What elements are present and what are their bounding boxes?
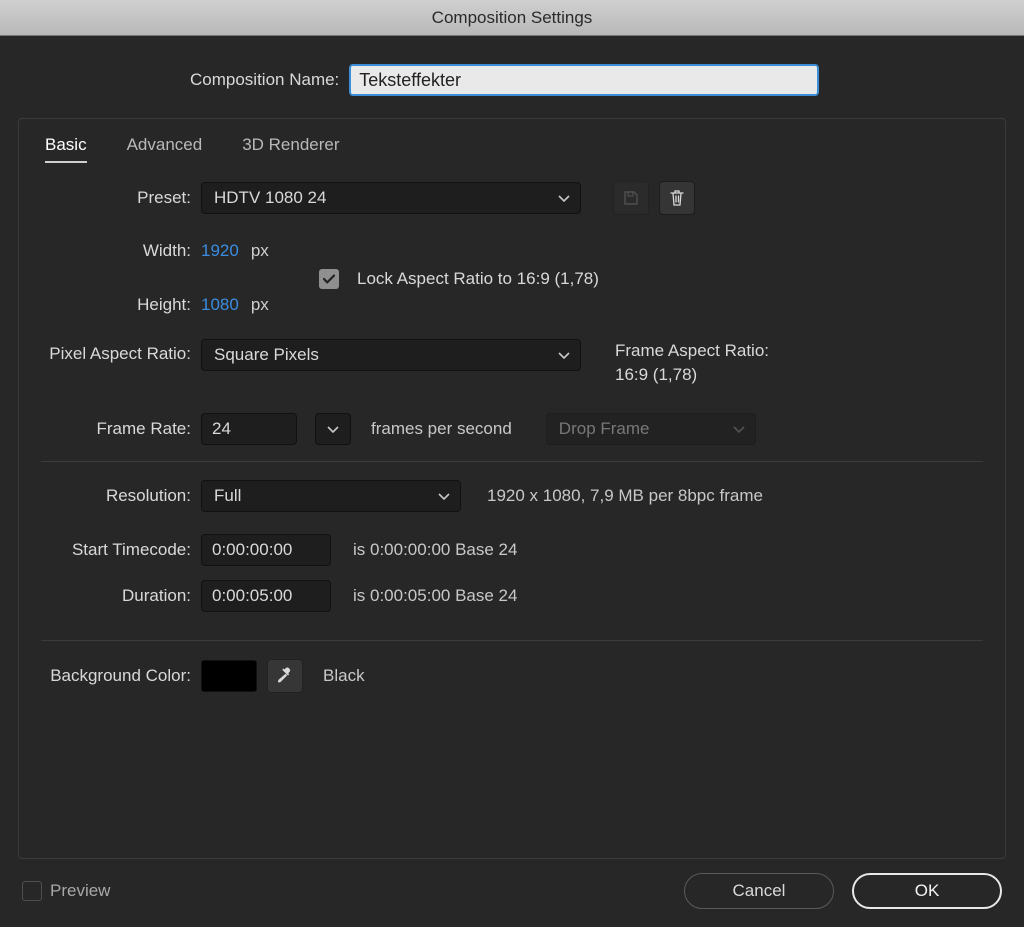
- start-timecode-label: Start Timecode:: [41, 540, 201, 560]
- lock-aspect-label: Lock Aspect Ratio to 16:9 (1,78): [357, 269, 599, 289]
- tab-bar: Basic Advanced 3D Renderer: [41, 129, 983, 163]
- width-unit: px: [251, 241, 269, 261]
- preset-row: Preset: HDTV 1080 24: [41, 181, 983, 215]
- cancel-button[interactable]: Cancel: [684, 873, 834, 909]
- dialog-titlebar: Composition Settings: [0, 0, 1024, 36]
- settings-panel: Basic Advanced 3D Renderer Preset: HDTV …: [18, 118, 1006, 859]
- delete-preset-button[interactable]: [659, 181, 695, 215]
- divider: [41, 640, 983, 641]
- par-select[interactable]: Square Pixels: [201, 339, 581, 371]
- dialog-title: Composition Settings: [432, 8, 593, 28]
- fps-value-field[interactable]: 24: [201, 413, 297, 445]
- frame-aspect-label: Frame Aspect Ratio:: [615, 339, 769, 363]
- chevron-down-icon: [556, 190, 572, 206]
- divider: [41, 461, 983, 462]
- start-timecode-field[interactable]: 0:00:00:00: [201, 534, 331, 566]
- eyedropper-icon: [276, 667, 294, 685]
- height-label: Height:: [41, 295, 201, 315]
- ok-button[interactable]: OK: [852, 873, 1002, 909]
- tab-advanced[interactable]: Advanced: [127, 131, 203, 163]
- lock-aspect-row: Lock Aspect Ratio to 16:9 (1,78): [41, 269, 983, 289]
- duration-info: is 0:00:05:00 Base 24: [353, 586, 517, 606]
- bg-color-swatch[interactable]: [201, 660, 257, 692]
- start-timecode-info: is 0:00:00:00 Base 24: [353, 540, 517, 560]
- par-value: Square Pixels: [214, 345, 319, 365]
- resolution-label: Resolution:: [41, 486, 201, 506]
- fps-label: Frame Rate:: [41, 419, 201, 439]
- start-timecode-value: 0:00:00:00: [212, 540, 292, 560]
- preset-value: HDTV 1080 24: [214, 188, 326, 208]
- resolution-info: 1920 x 1080, 7,9 MB per 8bpc frame: [487, 486, 763, 506]
- chevron-down-icon: [556, 347, 572, 363]
- eyedropper-button[interactable]: [267, 659, 303, 693]
- tab-3d-renderer[interactable]: 3D Renderer: [242, 131, 339, 163]
- height-value[interactable]: 1080: [201, 295, 239, 315]
- preview-checkbox[interactable]: [22, 881, 42, 901]
- resolution-row: Resolution: Full 1920 x 1080, 7,9 MB per…: [41, 480, 983, 512]
- trash-icon: [669, 189, 685, 207]
- frame-aspect-value: 16:9 (1,78): [615, 363, 769, 387]
- fps-dropdown-button[interactable]: [315, 413, 351, 445]
- preset-select[interactable]: HDTV 1080 24: [201, 182, 581, 214]
- chevron-down-icon: [325, 421, 341, 437]
- composition-name-label: Composition Name:: [190, 70, 339, 90]
- dialog-body: Composition Name: Basic Advanced 3D Rend…: [0, 36, 1024, 927]
- tab-basic[interactable]: Basic: [45, 131, 87, 163]
- ok-label: OK: [915, 881, 940, 901]
- cancel-label: Cancel: [733, 881, 786, 901]
- bg-color-row: Background Color: Black: [41, 659, 983, 693]
- chevron-down-icon: [436, 488, 452, 504]
- chevron-down-icon: [731, 421, 747, 437]
- preview-label: Preview: [50, 881, 110, 901]
- start-timecode-row: Start Timecode: 0:00:00:00 is 0:00:00:00…: [41, 534, 983, 566]
- dialog-footer: Preview Cancel OK: [18, 859, 1006, 915]
- drop-frame-value: Drop Frame: [559, 419, 650, 439]
- drop-frame-select: Drop Frame: [546, 413, 756, 445]
- composition-name-row: Composition Name:: [18, 64, 1006, 96]
- duration-field[interactable]: 0:00:05:00: [201, 580, 331, 612]
- width-value[interactable]: 1920: [201, 241, 239, 261]
- height-unit: px: [251, 295, 269, 315]
- resolution-value: Full: [214, 486, 241, 506]
- preset-label: Preset:: [41, 188, 201, 208]
- par-label: Pixel Aspect Ratio:: [41, 339, 201, 364]
- duration-value: 0:00:05:00: [212, 586, 292, 606]
- bg-color-label: Background Color:: [41, 666, 201, 686]
- fps-row: Frame Rate: 24 frames per second Drop Fr…: [41, 413, 983, 445]
- par-row: Pixel Aspect Ratio: Square Pixels Frame …: [41, 339, 983, 387]
- lock-aspect-checkbox[interactable]: [319, 269, 339, 289]
- duration-row: Duration: 0:00:05:00 is 0:00:05:00 Base …: [41, 580, 983, 612]
- height-row: Height: 1080 px: [41, 295, 983, 315]
- bg-color-name: Black: [323, 666, 365, 686]
- check-icon: [321, 271, 337, 287]
- composition-name-input[interactable]: [349, 64, 819, 96]
- save-preset-button: [613, 181, 649, 215]
- duration-label: Duration:: [41, 586, 201, 606]
- width-label: Width:: [41, 241, 201, 261]
- fps-unit: frames per second: [371, 419, 512, 439]
- fps-value: 24: [212, 419, 231, 439]
- resolution-select[interactable]: Full: [201, 480, 461, 512]
- width-row: Width: 1920 px: [41, 241, 983, 261]
- save-preset-icon: [622, 189, 640, 207]
- frame-aspect-info: Frame Aspect Ratio: 16:9 (1,78): [615, 339, 769, 387]
- form-area: Preset: HDTV 1080 24 Wid: [41, 163, 983, 842]
